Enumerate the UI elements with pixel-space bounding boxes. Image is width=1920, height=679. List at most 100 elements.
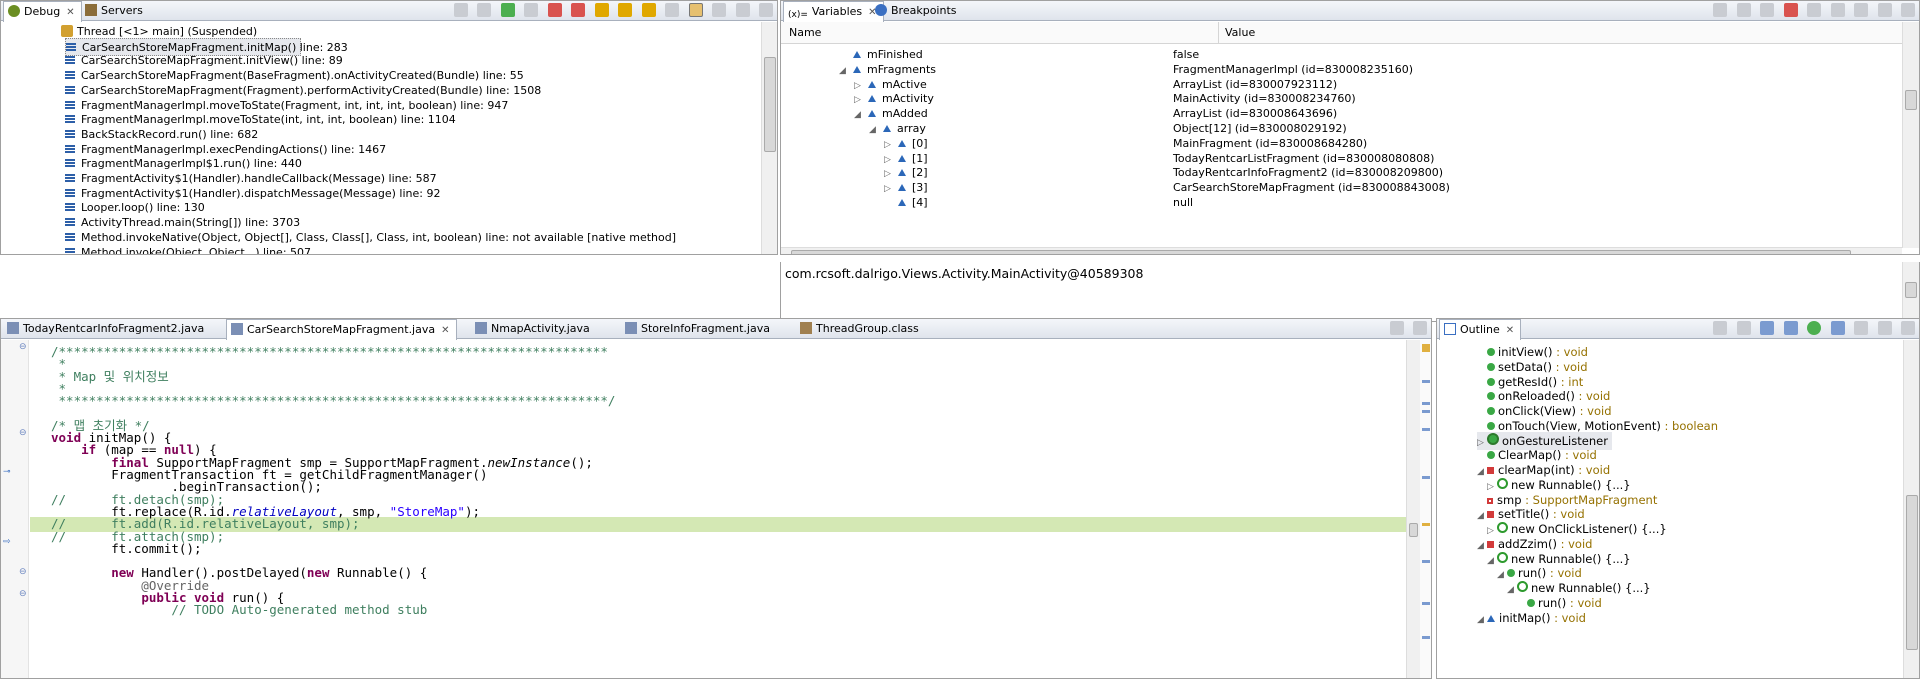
tab-variables[interactable]: (x)= Variables ✕: [783, 1, 884, 22]
tab-servers[interactable]: Servers: [81, 1, 149, 21]
tab-editor-2[interactable]: NmapActivity.java: [471, 319, 596, 339]
warning-marker[interactable]: [1422, 344, 1430, 352]
skip-breakpoints-icon[interactable]: [453, 3, 468, 17]
column-header-value[interactable]: Value: [1225, 26, 1255, 39]
variable-row[interactable]: ◢ mAdded ArrayList (id=830008643696): [781, 106, 1902, 121]
variable-row[interactable]: ▷ [0] MainFragment (id=830008684280): [781, 136, 1902, 151]
resume-icon[interactable]: [500, 3, 515, 17]
close-icon[interactable]: ✕: [66, 7, 74, 18]
maximize-icon[interactable]: [1901, 321, 1915, 335]
occurrence-marker[interactable]: [1422, 428, 1430, 431]
minimize-icon[interactable]: [1389, 321, 1404, 335]
tab-editor-4[interactable]: ThreadGroup.class: [796, 319, 925, 339]
code-line[interactable]: // TODO Auto-generated method stub: [51, 602, 427, 617]
detail-scrollbar[interactable]: [1902, 262, 1919, 320]
variable-row[interactable]: ◢ mFragments FragmentManagerImpl (id=83000…: [781, 62, 1902, 77]
occurrence-marker[interactable]: [1422, 523, 1430, 526]
expander-icon[interactable]: ◢: [1487, 552, 1497, 570]
tab-debug[interactable]: Debug ✕: [3, 1, 82, 22]
occurrence-marker[interactable]: [1422, 380, 1430, 383]
outline-item[interactable]: ◢ initMap() : void: [1477, 609, 1586, 627]
scrollbar-thumb[interactable]: [791, 250, 1851, 254]
scrollbar-thumb[interactable]: [1905, 90, 1917, 110]
tab-breakpoints[interactable]: Breakpoints: [871, 1, 963, 21]
variable-row[interactable]: ◢ array Object[12] (id=830008029192): [781, 121, 1902, 136]
tab-editor-3[interactable]: StoreInfoFragment.java: [621, 319, 776, 339]
occurrence-marker[interactable]: [1422, 410, 1430, 413]
collapse-icon[interactable]: [712, 3, 726, 17]
minimize-icon[interactable]: [1877, 3, 1892, 17]
variable-row[interactable]: ▷ mActivity MainActivity (id=830008234760): [781, 91, 1902, 106]
occurrence-marker[interactable]: [1422, 636, 1430, 639]
debug-view-menu-icon[interactable]: [688, 3, 703, 17]
hide-fields-icon[interactable]: [1760, 321, 1774, 335]
debug-scrollbar[interactable]: [761, 22, 777, 254]
hide-local-types-icon[interactable]: [1830, 321, 1845, 335]
variables-hscrollbar[interactable]: [781, 247, 1902, 254]
column-header-name[interactable]: Name: [789, 26, 821, 39]
variable-row[interactable]: [4] null: [781, 195, 1902, 210]
close-icon[interactable]: ✕: [441, 325, 449, 336]
show-type-names-icon[interactable]: [1713, 3, 1727, 17]
collapse-all-icon[interactable]: [1760, 3, 1774, 17]
variable-row[interactable]: ▷ [3] CarSearchStoreMapFragment (id=830008…: [781, 180, 1902, 195]
remove-all-icon[interactable]: [1807, 3, 1821, 17]
close-icon[interactable]: ✕: [1506, 325, 1514, 336]
scrollbar-thumb[interactable]: [1905, 282, 1917, 298]
drop-to-frame-icon[interactable]: [477, 3, 491, 17]
outline-scrollbar[interactable]: [1903, 340, 1919, 678]
tab-editor-1[interactable]: CarSearchStoreMapFragment.java ✕: [226, 319, 457, 340]
variable-row[interactable]: mFinished false: [781, 47, 1902, 62]
view-menu-icon[interactable]: [1854, 321, 1868, 335]
expander-icon[interactable]: ◢: [1477, 537, 1487, 555]
step-into-icon[interactable]: [594, 3, 609, 17]
maximize-icon[interactable]: [759, 3, 773, 17]
step-return-icon[interactable]: [641, 3, 656, 17]
column-divider[interactable]: [1218, 22, 1219, 44]
code-area[interactable]: /***************************************…: [1, 344, 1406, 678]
occurrence-marker[interactable]: [1422, 560, 1430, 563]
expander-icon[interactable]: ◢: [1507, 581, 1517, 599]
field-icon: [898, 184, 906, 192]
hide-nonpublic-icon[interactable]: [1807, 321, 1821, 335]
expander-icon[interactable]: ◢: [1477, 611, 1487, 629]
disconnect-icon[interactable]: [571, 3, 585, 17]
variables-detail-pane[interactable]: com.rcsoft.dalrigo.Views.Activity.MainAc…: [780, 262, 1920, 322]
minimize-icon[interactable]: [735, 3, 750, 17]
expander-icon[interactable]: ◢: [1497, 566, 1507, 584]
stack-frame-row[interactable]: Method.invoke(Object, Object...) line: 5…: [65, 244, 761, 254]
hide-static-icon[interactable]: [1783, 321, 1798, 335]
occurrence-marker[interactable]: [1422, 402, 1430, 405]
link-icon[interactable]: [1830, 3, 1845, 17]
view-menu-icon[interactable]: [1854, 3, 1868, 17]
terminate-icon[interactable]: [547, 3, 562, 17]
tab-editor-0[interactable]: TodayRentcarInfoFragment2.java: [3, 319, 210, 339]
code-line[interactable]: ft.commit();: [51, 541, 201, 556]
maximize-icon[interactable]: [1901, 3, 1915, 17]
code-line[interactable]: ****************************************…: [51, 393, 616, 408]
collapse-all-icon[interactable]: [1713, 321, 1727, 335]
maximize-icon[interactable]: [1413, 321, 1427, 335]
minimize-icon[interactable]: [1877, 321, 1892, 335]
show-logical-structure-icon[interactable]: [1736, 3, 1751, 17]
occurrence-marker[interactable]: [1422, 602, 1430, 605]
scrollbar-thumb[interactable]: [764, 57, 776, 152]
variable-row[interactable]: ▷ [2] TodayRentcarInfoFragment2 (id=830008…: [781, 165, 1902, 180]
sort-icon[interactable]: [1736, 321, 1751, 335]
step-over-icon[interactable]: [618, 3, 632, 17]
code-line[interactable]: /***************************************…: [51, 344, 608, 359]
expander-icon[interactable]: ◢: [1477, 507, 1487, 525]
scrollbar-thumb[interactable]: [1906, 495, 1918, 650]
expander-icon[interactable]: ◢: [1477, 463, 1487, 481]
scrollbar-thumb[interactable]: [1409, 523, 1418, 537]
variables-vscrollbar[interactable]: [1902, 22, 1919, 248]
editor-vscrollbar[interactable]: [1406, 340, 1420, 678]
suspend-icon[interactable]: [524, 3, 538, 17]
occurrence-marker[interactable]: [1422, 476, 1430, 479]
variable-row[interactable]: ▷ mActive ArrayList (id=830007923112): [781, 77, 1902, 92]
code-line[interactable]: * Map 및 위치정보: [51, 369, 169, 384]
remove-icon[interactable]: [1783, 3, 1798, 17]
variable-row[interactable]: ▷ [1] TodayRentcarListFragment (id=8300080…: [781, 151, 1902, 166]
tab-outline[interactable]: Outline ✕: [1439, 319, 1522, 340]
use-step-filters-icon[interactable]: [665, 3, 679, 17]
